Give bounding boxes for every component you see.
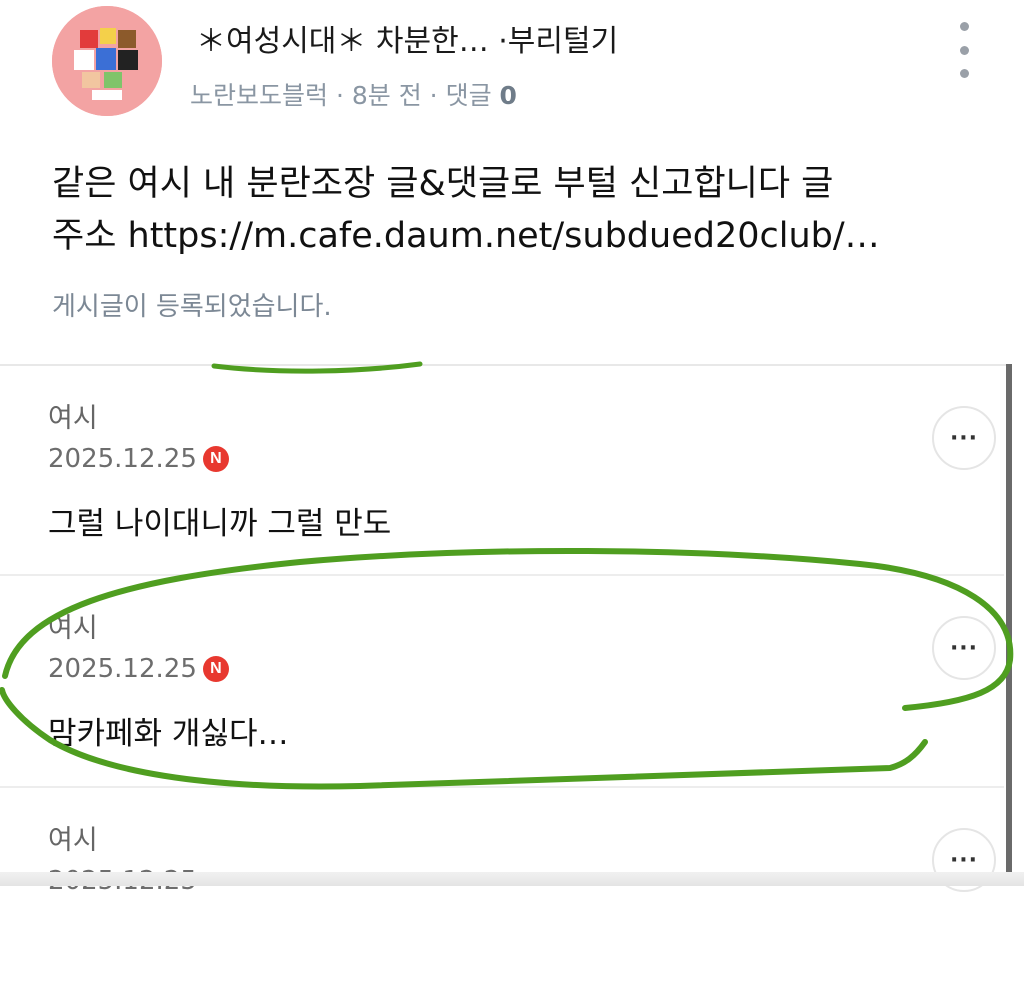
post-status: 게시글이 등록되었습니다.: [52, 292, 332, 322]
post-body-line[interactable]: 주소 https://m.cafe.daum.net/subdued20club…: [52, 210, 982, 262]
post-author[interactable]: 노란보도블럭: [190, 81, 328, 110]
comment-date: 2025.12.25 N: [48, 444, 229, 474]
comment-item: 여시 2025.12.25 ···: [0, 786, 1004, 998]
comment-date-text: 2025.12.25: [48, 444, 197, 474]
more-horizontal-icon[interactable]: ···: [932, 616, 996, 680]
post-meta: 노란보도블럭 · 8분 전 · 댓글 0: [190, 81, 517, 110]
kebab-vertical-icon[interactable]: [950, 22, 978, 78]
comment-date-text: 2025.12.25: [48, 654, 197, 684]
more-horizontal-icon[interactable]: ···: [932, 406, 996, 470]
comment-count: 0: [499, 81, 517, 110]
bottom-edge: [0, 872, 1024, 886]
comment-author[interactable]: 여시: [48, 606, 98, 645]
comment-item: 여시 2025.12.25 N 맘카페화 개싫다… ···: [0, 574, 1004, 786]
comment-text: 맘카페화 개싫다…: [48, 716, 289, 752]
cafe-avatar[interactable]: [52, 6, 162, 116]
comment-author[interactable]: 여시: [48, 396, 98, 435]
comment-count-label: 댓글: [445, 81, 492, 110]
post-title[interactable]: ＊여성시대＊ 차분한… ·부리털기: [196, 16, 618, 60]
comment-author[interactable]: 여시: [48, 818, 98, 857]
comment-date: 2025.12.25 N: [48, 654, 229, 684]
comment-item: 여시 2025.12.25 N 그럴 나이대니까 그럴 만도 ···: [0, 366, 1004, 576]
comment-text: 그럴 나이대니까 그럴 만도: [48, 506, 392, 542]
new-badge-icon: N: [202, 446, 229, 472]
comment-list: 여시 2025.12.25 N 그럴 나이대니까 그럴 만도 ··· 여시 20…: [0, 364, 1010, 896]
new-badge-icon: N: [202, 656, 229, 682]
scrollbar[interactable]: [1006, 364, 1012, 886]
post-body: 같은 여시 내 분란조장 글&댓글로 부털 신고합니다 글 주소 https:/…: [52, 158, 982, 262]
post-time: 8분 전: [351, 81, 422, 110]
post-body-line: 같은 여시 내 분란조장 글&댓글로 부털 신고합니다 글: [52, 164, 834, 204]
